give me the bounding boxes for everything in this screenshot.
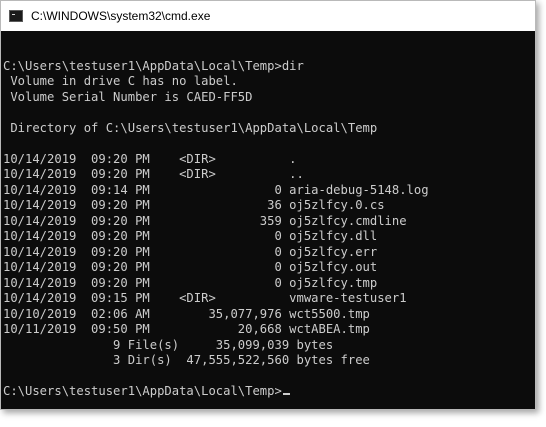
cmd-console-icon xyxy=(9,10,23,22)
command-prompt: C:\Users\testuser1\AppData\Local\Temp> xyxy=(3,384,282,398)
console-line: 10/14/2019 09:20 PM 0 oj5zlfcy.dll xyxy=(3,229,378,243)
console-line: 10/14/2019 09:20 PM 0 oj5zlfcy.tmp xyxy=(3,275,378,290)
command-prompt-line[interactable]: C:\Users\testuser1\AppData\Local\Temp> xyxy=(1,384,535,400)
console-line: 10/14/2019 09:20 PM 0 oj5zlfcy.err xyxy=(3,244,378,259)
console-line: Directory of C:\Users\testuser1\AppData\… xyxy=(3,120,378,135)
console-line: 10/11/2019 09:50 PM 20,668 wctABEA.tmp xyxy=(3,322,370,336)
console-line: 10/14/2019 09:20 PM <DIR> .. xyxy=(3,167,304,181)
console-line: 3 Dir(s) 47,555,522,560 bytes free xyxy=(3,353,370,367)
cmd-window[interactable]: C:\WINDOWS\system32\cmd.exe C:\Users\tes… xyxy=(0,0,536,410)
console-line: 10/14/2019 09:14 PM 0 aria-debug-5148.lo… xyxy=(3,182,429,197)
title-bar[interactable]: C:\WINDOWS\system32\cmd.exe xyxy=(1,1,535,31)
console-line: 10/10/2019 02:06 AM 35,077,976 wct5500.t… xyxy=(3,306,370,321)
window-title: C:\WINDOWS\system32\cmd.exe xyxy=(31,9,211,23)
console-line: C:\Users\testuser1\AppData\Local\Temp>di… xyxy=(3,58,304,73)
console-line: Volume Serial Number is CAED-FF5D xyxy=(3,89,253,104)
console-line: 10/14/2019 09:20 PM 36 oj5zlfcy.0.cs xyxy=(3,198,385,212)
text-cursor xyxy=(282,393,290,395)
console-line: 10/14/2019 09:20 PM 359 oj5zlfcy.cmdline xyxy=(3,213,407,228)
console-line: 10/14/2019 09:20 PM 0 oj5zlfcy.out xyxy=(3,260,378,274)
console-line: 10/14/2019 09:15 PM <DIR> vmware-testuse… xyxy=(3,291,407,305)
console-line: 10/14/2019 09:20 PM <DIR> . xyxy=(3,151,297,166)
console-line: Volume in drive C has no label. xyxy=(3,74,238,88)
console-output[interactable]: C:\Users\testuser1\AppData\Local\Temp>di… xyxy=(1,31,535,409)
console-line: 9 File(s) 35,099,039 bytes xyxy=(3,337,334,352)
